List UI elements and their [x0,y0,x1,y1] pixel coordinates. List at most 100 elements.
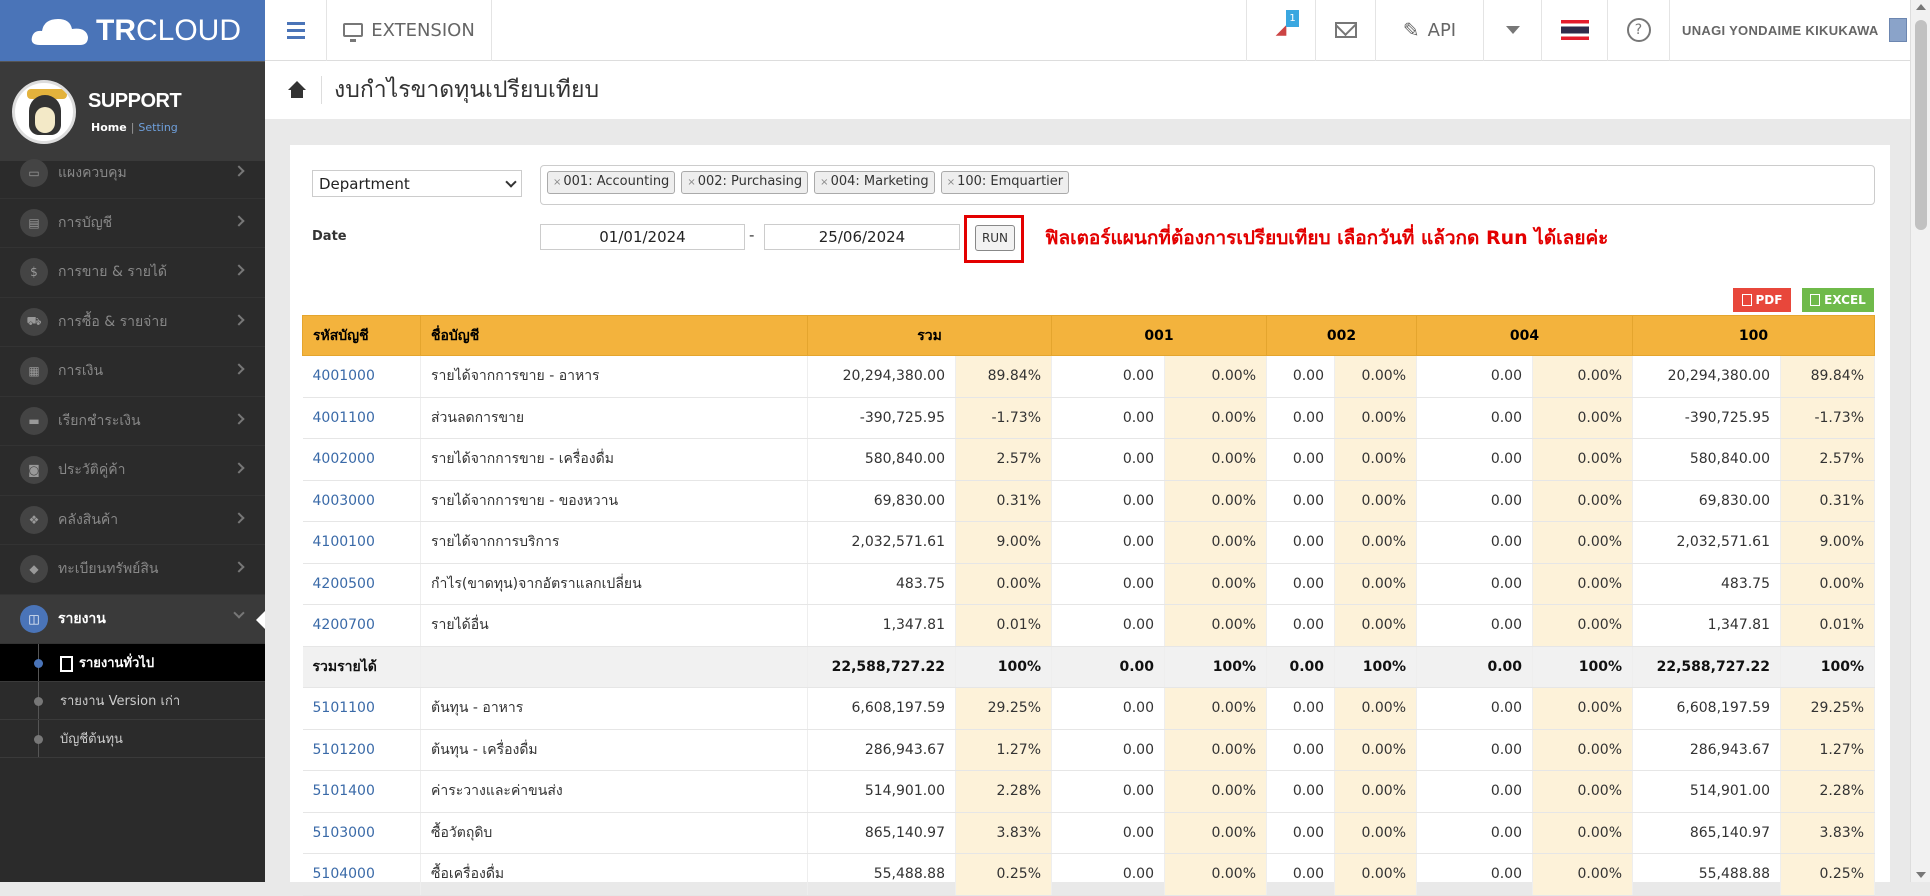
account-code[interactable]: 4001000 [302,355,421,398]
menu-toggle-button[interactable] [265,0,327,61]
vertical-scrollbar[interactable] [1910,0,1930,882]
api-button[interactable]: ✎ API [1376,0,1484,61]
percent-cell: 0.00% [1532,853,1633,896]
help-button[interactable]: ? [1608,0,1670,61]
department-tag[interactable]: × 004: Marketing [814,171,935,194]
department-tag-input[interactable]: × 001: Accounting × 002: Purchasing × 004: Ma… [540,165,1875,205]
percent-cell: 100% [1164,646,1267,688]
user-menu[interactable]: UNAGI YONDAIME KIKUKAWA [1670,0,1910,61]
amount-cell: 1,347.81 [1632,604,1781,647]
avatar[interactable] [12,79,76,144]
amount-cell: 6,608,197.59 [807,687,956,730]
sidebar-item-10[interactable]: ◫ รายงาน [0,594,265,644]
sidebar-item-9[interactable]: ◆ ทะเบียนทรัพย์สิน [0,545,265,595]
amount-cell: 0.00 [1266,604,1335,647]
percent-cell: 0.00% [1780,563,1875,605]
percent-cell: 9.00% [955,521,1052,564]
export-excel-button[interactable]: EXCEL [1802,288,1874,312]
sidebar-subitem-label: รายงาน Version เก่า [60,694,181,709]
sidebar-item-5[interactable]: ▦ การเงิน [0,347,265,397]
scroll-down-icon[interactable] [1916,872,1926,878]
account-code[interactable]: 4003000 [302,480,421,522]
notification-button[interactable]: ◢ 1 [1246,0,1316,61]
amount-cell: 580,840.00 [807,438,956,481]
scroll-up-icon[interactable] [1916,4,1926,10]
sidebar-item-label: การซื้อ & รายจ่าย [58,313,168,330]
amount-cell: 0.00 [1051,853,1165,896]
amount-cell: 286,943.67 [1632,729,1781,771]
extension-button[interactable]: EXTENSION [327,0,492,61]
chevron-icon [233,165,245,177]
account-code[interactable]: 5101200 [302,729,421,771]
sidebar-subitem-3[interactable]: บัญชีต้นทุน [0,720,265,758]
percent-cell: 89.84% [1780,355,1875,398]
remove-tag-icon[interactable]: × [553,177,561,188]
scroll-thumb[interactable] [1915,20,1927,230]
account-code[interactable]: 5101100 [302,687,421,730]
profile-setting-link[interactable]: Setting [138,121,177,134]
sidebar-subitem-label: รายงานทั่วไป [79,656,155,671]
account-code[interactable]: 4002000 [302,438,421,481]
sidebar-item-3[interactable]: $ การขาย & รายได้ [0,248,265,298]
percent-cell: 2.28% [955,770,1052,813]
sidebar-item-2[interactable]: ▤ การบัญชี [0,199,265,248]
percent-cell: 0.00% [1532,563,1633,605]
report-icon: ◫ [20,604,48,633]
brand-logo-rest: CLOUD [136,13,242,47]
brand-logo[interactable]: TRCLOUD [0,0,265,61]
percent-cell: 0.31% [1780,480,1875,522]
sidebar-item-label: การขาย & รายได้ [58,264,168,281]
amount-cell: 0.00 [1416,438,1533,481]
remove-tag-icon[interactable]: × [687,177,695,188]
department-tag[interactable]: × 100: Emquartier [940,171,1070,194]
sidebar-item-8[interactable]: ❖ คลังสินค้า [0,496,265,545]
percent-cell: 0.00% [1532,687,1633,730]
profile-home-link[interactable]: Home [91,121,127,134]
amount-cell: 865,140.97 [1632,812,1781,854]
amount-cell: 0.00 [1416,812,1533,854]
sidebar-item-1[interactable]: ▭ แผงควบคุม [0,149,265,199]
sidebar-item-6[interactable]: ▬ เรียกชำระเงิน [0,397,265,446]
home-icon[interactable] [287,81,307,99]
account-code[interactable]: 4200500 [302,563,421,605]
dropdown-button[interactable] [1484,0,1542,61]
account-code[interactable]: 4001100 [302,397,421,439]
percent-cell: 0.00% [1164,438,1267,481]
department-select[interactable]: Department [312,170,522,197]
remove-tag-icon[interactable]: × [820,177,828,188]
percent-cell: 0.00% [1164,480,1267,522]
percent-cell: 0.00% [1164,687,1267,730]
chevron-icon [233,412,245,425]
account-code[interactable]: 5103000 [302,812,421,854]
account-code[interactable]: 4200700 [302,604,421,647]
remove-tag-icon[interactable]: × [947,177,955,188]
percent-cell: 0.01% [1780,604,1875,647]
date-to-input[interactable]: 25/06/2024 [764,224,960,250]
monitor-icon [343,23,364,42]
export-pdf-button[interactable]: PDF [1733,288,1791,312]
mail-button[interactable] [1316,0,1376,61]
percent-cell: 100% [955,646,1052,688]
department-tag[interactable]: × 001: Accounting [547,171,676,194]
language-button[interactable] [1542,0,1608,61]
monitor-icon: ▭ [20,159,48,188]
header-dept-001: 001 [1051,315,1267,356]
profile-name: SUPPORT [88,89,182,112]
account-code[interactable]: 5104000 [302,853,421,896]
amount-cell: 0.00 [1051,812,1165,854]
account-code[interactable]: 4100100 [302,521,421,564]
sidebar-item-4[interactable]: ⛟ การซื้อ & รายจ่าย [0,298,265,347]
account-code[interactable]: 5101400 [302,770,421,813]
department-tag[interactable]: × 002: Purchasing [681,171,809,194]
chevron-icon [233,214,245,227]
sidebar-subitem-1[interactable]: รายงานทั่วไป [0,644,265,682]
percent-cell: 0.00% [1164,397,1267,439]
sidebar-item-7[interactable]: ◙ ประวัติคู่ค้า [0,446,265,496]
date-from-input[interactable]: 01/01/2024 [540,224,745,250]
percent-cell: 0.00% [1164,812,1267,854]
run-button[interactable]: RUN [975,225,1015,251]
sidebar-subitem-2[interactable]: รายงาน Version เก่า [0,682,265,720]
percent-cell: 0.00% [1164,521,1267,564]
header-name: ชื่อบัญชี [420,315,808,356]
percent-cell: 1.27% [1780,729,1875,771]
